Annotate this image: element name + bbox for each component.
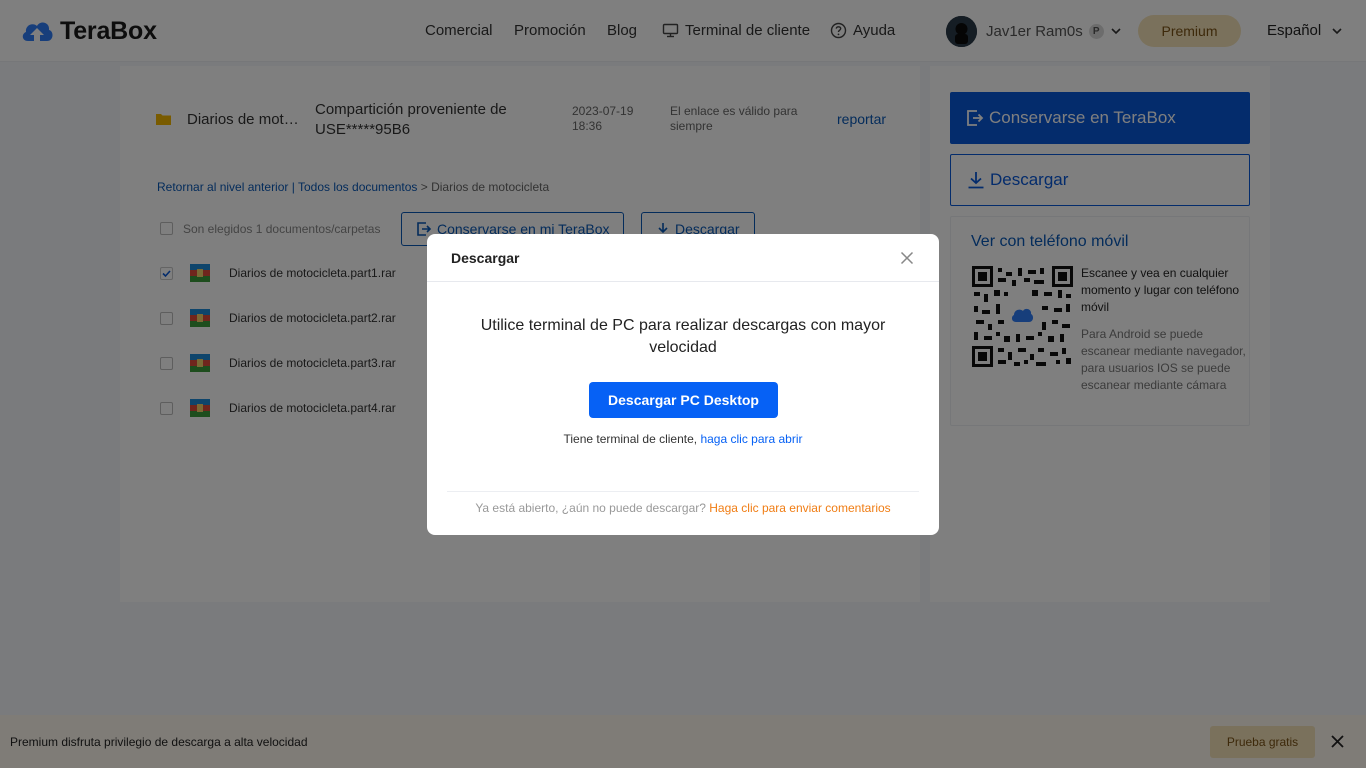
feedback-line: Ya está abierto, ¿aún no puede descargar… <box>427 501 939 515</box>
open-client-prefix: Tiene terminal de cliente, <box>563 432 701 446</box>
open-client-link[interactable]: haga clic para abrir <box>700 432 802 446</box>
dialog-message: Utilice terminal de PC para realizar des… <box>480 317 886 356</box>
download-dialog: Descargar Utilice terminal de PC para re… <box>427 234 939 535</box>
feedback-prefix: Ya está abierto, ¿aún no puede descargar… <box>475 501 710 515</box>
send-feedback-link[interactable]: Haga clic para enviar comentarios <box>709 501 890 515</box>
open-client-line: Tiene terminal de cliente, haga clic par… <box>427 432 939 446</box>
close-icon[interactable] <box>900 251 914 265</box>
dialog-divider <box>447 491 919 492</box>
dialog-header: Descargar <box>427 234 939 282</box>
dialog-title: Descargar <box>451 250 520 266</box>
download-pc-desktop-button[interactable]: Descargar PC Desktop <box>589 382 778 418</box>
